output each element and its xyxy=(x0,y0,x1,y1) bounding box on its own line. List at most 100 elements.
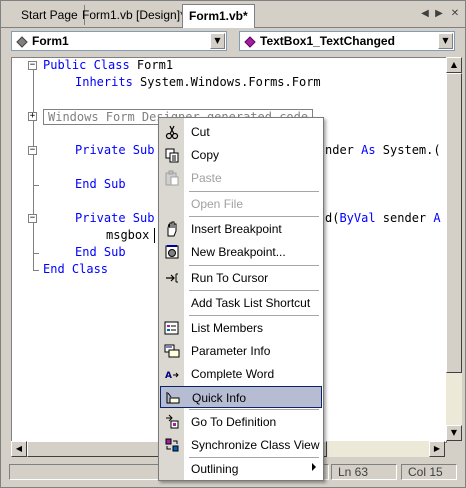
menu-separator xyxy=(189,191,319,192)
menu-item-label: Outlining xyxy=(191,462,239,476)
menu-item-label: New Breakpoint... xyxy=(191,245,286,259)
code-line-tail: nder As System.( xyxy=(325,142,441,159)
collapse-icon[interactable]: − xyxy=(28,61,37,70)
menu-item-insert-breakpoint[interactable]: Insert Breakpoint xyxy=(160,218,322,240)
status-line-number: Ln 63 xyxy=(331,464,397,480)
menu-separator xyxy=(189,409,319,410)
vertical-scrollbar[interactable]: ▲ ▼ xyxy=(446,57,462,441)
menu-item-cut[interactable]: Cut xyxy=(160,121,322,143)
menu-item-label: Open File xyxy=(191,197,244,211)
code-line: Private Sub xyxy=(75,210,154,227)
menu-separator xyxy=(189,290,319,291)
status-column-number: Col 15 xyxy=(401,464,457,480)
quick-info-icon xyxy=(166,392,180,404)
complete-word-icon: A xyxy=(165,371,179,381)
keyword: End Class xyxy=(43,262,109,276)
code-line: Inherits System.Windows.Forms.Form xyxy=(75,74,321,91)
keyword: End Sub xyxy=(75,177,126,191)
tab-form1-vb[interactable]: Form1.vb* xyxy=(182,4,255,28)
event-icon xyxy=(244,36,256,48)
scroll-left-icon[interactable]: ◀ xyxy=(11,441,27,457)
outline-guide xyxy=(33,253,39,254)
menu-item-label: Synchronize Class View xyxy=(191,438,320,452)
expand-icon[interactable]: + xyxy=(28,112,37,121)
code-line: End Sub xyxy=(75,244,126,261)
scroll-right-icon[interactable]: ▶ xyxy=(429,441,445,457)
keyword: Private Sub xyxy=(75,143,155,157)
close-document-icon[interactable]: ✕ xyxy=(449,7,461,21)
keyword: As xyxy=(361,143,376,157)
menu-item-complete-word[interactable]: A Complete Word xyxy=(160,363,322,385)
menu-item-run-to-cursor[interactable]: Run To Cursor xyxy=(160,267,322,289)
copy-icon xyxy=(165,148,179,163)
menu-item-copy[interactable]: Copy xyxy=(160,144,322,166)
keyword: A xyxy=(433,211,441,225)
code-text: System.( xyxy=(375,143,441,157)
list-members-icon xyxy=(164,321,179,335)
column-number-text: Col 15 xyxy=(408,465,443,479)
menu-item-paste[interactable]: Paste xyxy=(160,167,322,189)
scroll-tabs-right-icon[interactable]: ▶ xyxy=(433,7,445,21)
menu-item-add-task-list-shortcut[interactable]: Add Task List Shortcut xyxy=(160,292,322,314)
scroll-down-icon[interactable]: ▼ xyxy=(446,425,462,441)
menu-separator xyxy=(189,265,319,266)
collapse-icon[interactable]: − xyxy=(28,214,37,223)
menu-separator xyxy=(189,216,319,217)
scissors-icon xyxy=(165,125,179,140)
menu-item-open-file[interactable]: Open File xyxy=(160,193,322,215)
class-name-dropdown[interactable]: Form1 ▼ xyxy=(11,31,227,51)
code-text: Form1 xyxy=(129,58,174,72)
code-line: Private Sub xyxy=(75,142,154,159)
menu-item-label: Complete Word xyxy=(191,367,275,381)
menu-item-synchronize-class-view[interactable]: Synchronize Class View xyxy=(160,434,322,456)
code-line: End Sub xyxy=(75,176,126,193)
svg-text:A: A xyxy=(165,371,172,381)
navigation-bar: Form1 ▼ TextBox1_TextChanged ▼ xyxy=(1,28,465,56)
code-line: End Class xyxy=(43,261,108,278)
menu-item-label: Paste xyxy=(191,171,222,185)
menu-item-new-breakpoint[interactable]: New Breakpoint... xyxy=(160,241,322,263)
code-text: sender xyxy=(375,211,434,225)
scroll-tabs-left-icon[interactable]: ◀ xyxy=(419,7,431,21)
class-icon xyxy=(16,36,28,48)
code-line: msgbox xyxy=(106,227,149,244)
synchronize-icon xyxy=(165,438,179,452)
menu-item-label: Insert Breakpoint xyxy=(191,222,282,236)
menu-item-quick-info[interactable]: Quick Info xyxy=(160,386,322,408)
menu-item-label: Cut xyxy=(191,125,210,139)
keyword: Public Class xyxy=(43,58,130,72)
chevron-down-icon[interactable]: ▼ xyxy=(438,33,453,49)
paste-icon xyxy=(165,170,179,186)
keyword: ByVal xyxy=(339,211,376,225)
code-text: System.Windows.Forms.Form xyxy=(132,75,321,89)
document-tab-strip: Start Page Form1.vb [Design]* Form1.vb* … xyxy=(1,1,465,28)
scroll-thumb[interactable] xyxy=(446,73,462,373)
method-name-value: TextBox1_TextChanged xyxy=(260,34,395,48)
menu-item-label: Run To Cursor xyxy=(191,271,269,285)
scroll-up-icon[interactable]: ▲ xyxy=(446,57,462,73)
menu-item-list-members[interactable]: List Members xyxy=(160,317,322,339)
tab-form1-design[interactable]: Form1.vb [Design]* xyxy=(76,5,192,25)
tab-label: Form1.vb [Design]* xyxy=(82,8,185,22)
outline-guide xyxy=(33,270,39,271)
menu-item-go-to-definition[interactable]: Go To Definition xyxy=(160,411,322,433)
chevron-down-icon[interactable]: ▼ xyxy=(210,33,225,49)
collapse-icon[interactable]: − xyxy=(28,146,37,155)
keyword: Private Sub xyxy=(75,211,155,225)
line-number-text: Ln 63 xyxy=(338,465,369,479)
run-to-cursor-icon xyxy=(166,273,178,283)
submenu-arrow-icon xyxy=(312,463,316,471)
tab-start-page[interactable]: Start Page xyxy=(15,5,85,25)
menu-item-outlining[interactable]: Outlining xyxy=(160,458,322,480)
parameter-info-icon xyxy=(164,344,180,358)
code-line-tail: d(ByVal sender A xyxy=(325,210,441,227)
tab-label: Form1.vb* xyxy=(189,9,248,23)
menu-item-label: Parameter Info xyxy=(191,344,271,358)
code-text: msgbox xyxy=(106,228,150,242)
outline-guide xyxy=(33,66,34,270)
method-name-dropdown[interactable]: TextBox1_TextChanged ▼ xyxy=(239,31,455,51)
menu-item-parameter-info[interactable]: Parameter Info xyxy=(160,340,322,362)
new-breakpoint-icon xyxy=(165,245,179,259)
menu-item-label: Add Task List Shortcut xyxy=(191,296,311,310)
context-menu: Cut Copy Paste Open File Insert Breakpoi… xyxy=(158,117,324,481)
